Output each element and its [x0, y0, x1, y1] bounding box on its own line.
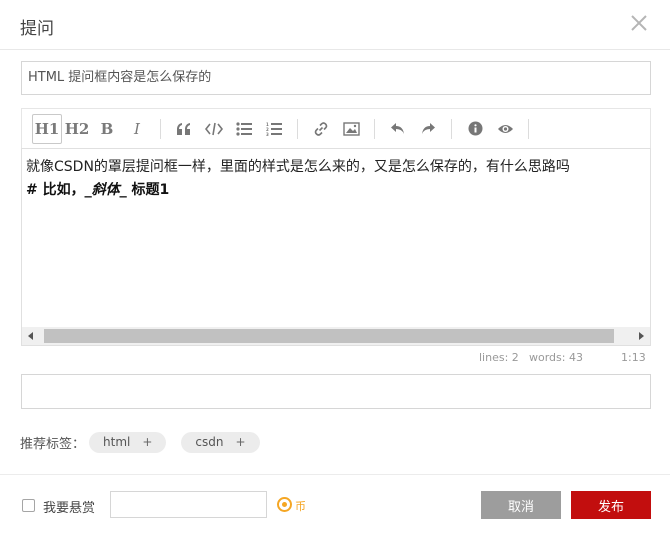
info-icon[interactable]: [460, 114, 490, 144]
image-icon[interactable]: [336, 114, 366, 144]
link-icon[interactable]: [306, 114, 336, 144]
bounty-checkbox[interactable]: [22, 499, 35, 512]
horizontal-scrollbar[interactable]: [22, 327, 650, 345]
markdown-editor[interactable]: 就像CSDN的罩层提问框一样，里面的样式是怎么来的，又是怎么保存的，有什么思路吗…: [21, 148, 651, 346]
plus-icon: +: [235, 435, 246, 449]
word-count: words: 43: [529, 351, 583, 364]
editor-heading-suffix: 标题1: [126, 182, 170, 198]
scroll-right-arrow-icon[interactable]: [639, 332, 644, 340]
tag-label: html: [103, 435, 131, 449]
editor-italic-text: _斜体_: [84, 182, 127, 198]
coin-icon: [277, 497, 292, 512]
toolbar-divider: [374, 118, 375, 139]
editor-statusbar: lines: 2 words: 43 1:13: [21, 350, 651, 366]
tag-input[interactable]: [21, 374, 651, 409]
tag-html[interactable]: html +: [89, 431, 167, 453]
close-icon[interactable]: [628, 12, 650, 34]
dialog-header: 提问: [0, 0, 670, 50]
heading1-button[interactable]: H1: [32, 113, 62, 144]
code-icon[interactable]: [199, 114, 229, 144]
italic-button[interactable]: I: [122, 114, 152, 144]
dialog-title: 提问: [20, 19, 54, 39]
plus-icon: +: [142, 435, 153, 449]
unordered-list-icon[interactable]: [229, 114, 259, 144]
recommended-tags: 推荐标签： html + csdn +: [20, 431, 275, 453]
toolbar-divider: [160, 118, 161, 139]
dialog-footer: 我要悬赏 币 取消 发布: [0, 474, 670, 540]
tag-label: csdn: [195, 435, 224, 449]
question-title-input[interactable]: HTML 提问框内容是怎么保存的: [21, 61, 651, 95]
bold-button[interactable]: B: [92, 114, 122, 144]
toolbar-divider: [528, 118, 529, 139]
bounty-checkbox-label[interactable]: 我要悬赏: [43, 497, 95, 516]
ordered-list-icon[interactable]: 123: [259, 114, 289, 144]
redo-icon[interactable]: [413, 114, 443, 144]
cancel-button[interactable]: 取消: [481, 491, 561, 519]
scrollbar-thumb[interactable]: [44, 329, 614, 343]
heading2-button[interactable]: H2: [62, 114, 92, 144]
preview-eye-icon[interactable]: [490, 114, 520, 144]
coin-unit-label: 币: [295, 500, 306, 513]
toolbar-divider: [451, 118, 452, 139]
undo-icon[interactable]: [383, 114, 413, 144]
quote-icon[interactable]: [169, 114, 199, 144]
publish-button[interactable]: 发布: [571, 491, 651, 519]
tag-csdn[interactable]: csdn +: [181, 431, 260, 453]
editor-line-2: # 比如，_斜体_ 标题1: [26, 179, 169, 199]
editor-toolbar: H1 H2 B I 123: [21, 108, 651, 148]
svg-text:3: 3: [266, 132, 269, 136]
scroll-left-arrow-icon[interactable]: [28, 332, 33, 340]
toolbar-divider: [297, 118, 298, 139]
line-count: lines: 2: [479, 351, 519, 364]
editor-heading-prefix: # 比如，: [26, 182, 85, 198]
editor-line-1: 就像CSDN的罩层提问框一样，里面的样式是怎么来的，又是怎么保存的，有什么思路吗: [26, 159, 570, 175]
bounty-amount-input[interactable]: [110, 491, 267, 518]
recommended-tags-label: 推荐标签：: [20, 436, 86, 452]
ask-question-dialog: 提问 HTML 提问框内容是怎么保存的 H1 H2 B I 123 就像CSDN…: [0, 0, 670, 540]
cursor-position: 1:13: [621, 351, 646, 364]
